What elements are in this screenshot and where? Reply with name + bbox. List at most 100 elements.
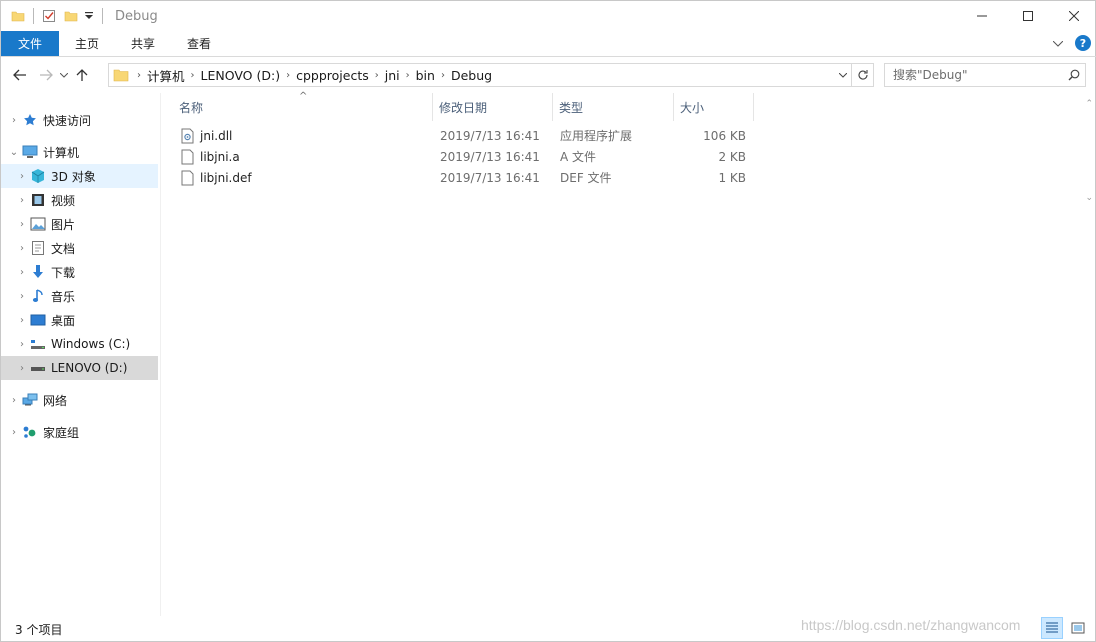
file-size: 106 KB xyxy=(703,128,746,143)
expand-chevron-icon[interactable]: › xyxy=(15,171,29,182)
expand-chevron-icon[interactable]: › xyxy=(15,315,29,326)
sidebar-item-lenovo-drive[interactable]: › LENOVO (D:) xyxy=(1,356,158,380)
star-icon xyxy=(21,111,39,129)
file-name: libjni.a xyxy=(200,149,240,164)
expand-chevron-icon[interactable]: › xyxy=(7,395,21,406)
document-icon xyxy=(29,239,47,257)
column-header-name[interactable]: 名称 ^ xyxy=(161,91,433,121)
file-size: 2 KB xyxy=(718,149,746,164)
tab-share[interactable]: 共享 xyxy=(115,31,171,56)
expand-chevron-icon[interactable]: › xyxy=(15,363,29,374)
expand-chevron-icon[interactable]: › xyxy=(15,291,29,302)
column-header-size[interactable]: 大小 xyxy=(674,93,754,121)
details-view-button[interactable] xyxy=(1041,617,1063,639)
file-size: 1 KB xyxy=(718,170,746,185)
refresh-icon xyxy=(857,70,868,80)
forward-arrow-icon xyxy=(40,69,53,81)
computer-icon xyxy=(21,143,39,161)
expand-chevron-icon[interactable]: › xyxy=(7,115,21,126)
sidebar-item-downloads[interactable]: › 下载 xyxy=(1,260,158,284)
sidebar-item-label: 文档 xyxy=(51,241,76,256)
file-date: 2019/7/13 16:41 xyxy=(440,128,540,143)
close-icon xyxy=(1069,11,1079,21)
minimize-button[interactable] xyxy=(959,1,1005,31)
watermark: https://blog.csdn.net/zhangwancom xyxy=(801,617,1021,633)
sidebar-item-3d-objects[interactable]: › 3D 对象 xyxy=(1,164,158,188)
expand-chevron-icon[interactable]: › xyxy=(15,339,29,350)
expand-chevron-icon[interactable]: › xyxy=(15,219,29,230)
file-type: DEF 文件 xyxy=(560,171,612,185)
sidebar-item-desktop[interactable]: › 桌面 xyxy=(1,308,158,332)
scroll-up-icon[interactable]: ⌃ xyxy=(1085,99,1093,109)
refresh-button[interactable] xyxy=(851,64,873,86)
sidebar-item-computer[interactable]: ⌄ 计算机 xyxy=(1,140,158,164)
table-row[interactable]: jni.dll 2019/7/13 16:41 应用程序扩展 106 KB xyxy=(161,125,761,146)
maximize-icon xyxy=(1023,11,1033,21)
customize-toolbar-icon[interactable] xyxy=(84,7,94,25)
sidebar-item-homegroup[interactable]: › 家庭组 xyxy=(1,420,158,444)
sidebar-item-pictures[interactable]: › 图片 xyxy=(1,212,158,236)
sidebar-item-label: 3D 对象 xyxy=(51,169,96,184)
breadcrumb-cppprojects[interactable]: cppprojects xyxy=(290,68,375,83)
sidebar-item-label: 视频 xyxy=(51,193,76,208)
back-arrow-icon xyxy=(13,69,26,81)
search-icon[interactable] xyxy=(1063,69,1085,81)
expand-chevron-icon[interactable]: › xyxy=(15,195,29,206)
file-list: 名称 ^ 修改日期 类型 大小 jni.dll 2019/7/13 16:41 … xyxy=(161,91,1096,616)
file-name: jni.dll xyxy=(200,128,233,143)
expand-chevron-icon[interactable]: › xyxy=(15,243,29,254)
desktop-icon xyxy=(29,311,47,329)
tab-file[interactable]: 文件 xyxy=(1,31,59,56)
scroll-down-icon[interactable]: ⌄ xyxy=(1085,193,1093,203)
sidebar-item-label: 下载 xyxy=(51,265,76,280)
picture-icon xyxy=(29,215,47,233)
sidebar-item-label: LENOVO (D:) xyxy=(51,361,128,375)
toolbar-divider xyxy=(33,8,34,24)
table-row[interactable]: libjni.def 2019/7/13 16:41 DEF 文件 1 KB xyxy=(161,167,761,188)
sidebar-item-quick-access[interactable]: › 快速访问 xyxy=(1,108,158,132)
collapse-chevron-icon[interactable]: ⌄ xyxy=(7,147,21,158)
maximize-button[interactable] xyxy=(1005,1,1051,31)
breadcrumb-debug[interactable]: Debug xyxy=(445,68,498,83)
address-dropdown-button[interactable] xyxy=(833,64,851,86)
column-header-type[interactable]: 类型 xyxy=(553,93,674,121)
back-button[interactable] xyxy=(9,63,31,87)
table-row[interactable]: libjni.a 2019/7/13 16:41 A 文件 2 KB xyxy=(161,146,761,167)
sidebar-item-network[interactable]: › 网络 xyxy=(1,388,158,412)
breadcrumb-lenovo-drive[interactable]: LENOVO (D:) xyxy=(195,68,287,83)
close-button[interactable] xyxy=(1051,1,1096,31)
sort-ascending-icon: ^ xyxy=(299,91,308,102)
expand-ribbon-icon[interactable] xyxy=(1052,36,1064,50)
sidebar-item-windows-drive[interactable]: › Windows (C:) xyxy=(1,332,158,356)
window-title: Debug xyxy=(115,8,158,24)
large-icons-view-icon xyxy=(1071,622,1085,634)
expand-chevron-icon[interactable]: › xyxy=(7,427,21,438)
expand-chevron-icon[interactable]: › xyxy=(15,267,29,278)
navigation-pane: › 快速访问 ⌄ 计算机 › 3D 对象 › 视频 › 图片 › 文档 › 下载… xyxy=(1,93,161,616)
help-icon[interactable]: ? xyxy=(1075,35,1091,51)
tab-home[interactable]: 主页 xyxy=(59,31,115,56)
sidebar-item-music[interactable]: › 音乐 xyxy=(1,284,158,308)
navigation-bar: › 计算机 › LENOVO (D:) › cppprojects › jni … xyxy=(1,59,1096,91)
ribbon-tabs: 文件 主页 共享 查看 ? xyxy=(1,31,1096,57)
new-folder-icon[interactable] xyxy=(62,7,80,25)
tab-view[interactable]: 查看 xyxy=(171,31,227,56)
address-bar[interactable]: › 计算机 › LENOVO (D:) › cppprojects › jni … xyxy=(108,63,874,87)
column-header-date[interactable]: 修改日期 xyxy=(433,93,553,121)
recent-locations-button[interactable] xyxy=(57,63,71,87)
forward-button[interactable] xyxy=(35,63,57,87)
breadcrumb-jni[interactable]: jni xyxy=(379,68,406,83)
breadcrumb-bin[interactable]: bin xyxy=(410,68,441,83)
video-icon xyxy=(29,191,47,209)
up-button[interactable] xyxy=(71,63,93,87)
search-input[interactable] xyxy=(893,68,1063,82)
sidebar-item-videos[interactable]: › 视频 xyxy=(1,188,158,212)
up-arrow-icon xyxy=(76,69,88,81)
properties-icon[interactable] xyxy=(40,7,58,25)
quick-access-toolbar xyxy=(1,1,109,31)
breadcrumb-computer[interactable]: 计算机 xyxy=(141,66,191,85)
sidebar-item-documents[interactable]: › 文档 xyxy=(1,236,158,260)
sidebar-item-label: 计算机 xyxy=(43,145,80,160)
sidebar-item-label: 网络 xyxy=(43,393,68,408)
large-icons-view-button[interactable] xyxy=(1067,617,1089,639)
